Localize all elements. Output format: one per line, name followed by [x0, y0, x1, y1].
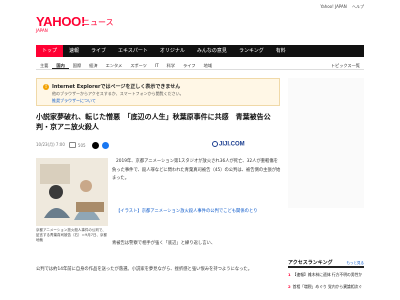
article-body: 2019年、京都アニメーション第1スタジオが放火され36人が死亡、32人が重軽傷… — [112, 158, 282, 188]
header-links: Yahoo! JAPAN ヘルプ — [316, 4, 364, 10]
cat-local[interactable]: 地域 — [200, 61, 216, 69]
cat-main[interactable]: 主要 — [36, 61, 52, 69]
ranking-item[interactable]: 2 首相「増税」めぐり 党内から異論相次ぐ — [288, 284, 364, 289]
browser-notice: ! Internet Explorerではページを正しく表示できません 他のブラ… — [36, 78, 280, 106]
nav-expert[interactable]: エキスパート — [112, 45, 154, 57]
paragraph: 2019年、京都アニメーション第1スタジオが放火され36人が死亡、32人が重軽傷… — [112, 159, 281, 181]
provider-name: JIJI.COM — [219, 141, 245, 148]
jiji-mark-icon — [212, 141, 218, 147]
topics-list-link[interactable]: トピックス一覧 — [327, 61, 364, 69]
yahoo-logo[interactable]: YAHOO! — [36, 14, 85, 29]
rank-headline: 【速報】雑木林に遺体 行方不明の男性か — [292, 272, 363, 277]
comment-count[interactable]: 505 — [78, 143, 86, 148]
rank-headline: 首相「増税」めぐり 党内から異論相次ぐ — [292, 284, 363, 289]
nav-live[interactable]: ライブ — [85, 45, 112, 57]
header-link-help[interactable]: ヘルプ — [352, 4, 364, 9]
cat-sports[interactable]: スポーツ — [126, 61, 151, 69]
notice-title: Internet Explorerではページを正しく表示できません — [52, 84, 181, 90]
header-link-yahoo[interactable]: Yahoo! JAPAN — [320, 4, 346, 9]
cat-economy[interactable]: 経済 — [85, 61, 101, 69]
cat-science[interactable]: 科学 — [163, 61, 179, 69]
paragraph: 公判では約14年前に自身の作品を送ったが落選。小説家を夢見ながら、挫折感と強い恨… — [36, 267, 253, 272]
facebook-share-icon[interactable] — [101, 141, 109, 149]
x-share-icon[interactable] — [91, 141, 99, 149]
site-header: YAHOO! JAPAN ニュース Yahoo! JAPAN ヘルプ — [0, 0, 400, 44]
recommended-browser-link[interactable]: 推奨ブラウザーについて — [52, 98, 96, 104]
category-nav: 主要 国内 国際 経済 エンタメ スポーツ IT 科学 ライフ 地域 トピックス… — [36, 61, 364, 70]
nav-opinion[interactable]: みんなの意見 — [191, 45, 233, 57]
warning-icon: ! — [43, 84, 49, 90]
related-illustration-link[interactable]: 【イラスト】京都アニメーション放火殺人事件の公判でこども関係のとり — [116, 208, 280, 217]
rank-number: 1 — [288, 272, 291, 277]
cat-life[interactable]: ライフ — [179, 61, 200, 69]
ranking-more-link[interactable]: もっと見る — [347, 261, 365, 266]
ad-slot — [288, 78, 364, 208]
logo-sub: JAPAN — [36, 28, 48, 33]
nav-ranking[interactable]: ランキング — [233, 45, 270, 57]
nav-top[interactable]: トップ — [36, 45, 64, 57]
cat-world[interactable]: 国際 — [69, 61, 85, 69]
nav-paid[interactable]: 有料 — [270, 45, 292, 57]
paragraph: 青被告は警察で相手が強く「底辺」と繰り返し言い、 — [112, 241, 216, 246]
cat-it[interactable]: IT — [151, 61, 163, 69]
court-illustration[interactable] — [36, 158, 108, 226]
sidebar — [288, 78, 364, 208]
nav-original[interactable]: オリジナル — [154, 45, 191, 57]
article-title: 小説家夢破れ、転じた憎悪 「底辺の人生」秋葉原事件に共感 青葉被告公判・京アニ放… — [36, 113, 271, 131]
cat-domestic[interactable]: 国内 — [52, 61, 69, 69]
provider-logo[interactable]: JIJI.COM — [212, 141, 245, 148]
rank-number: 2 — [288, 284, 291, 289]
main-nav: トップ 速報 ライブ エキスパート オリジナル みんなの意見 ランキング 有料 — [36, 45, 364, 57]
comment-icon[interactable] — [68, 142, 76, 148]
logo-news[interactable]: ニュース — [82, 17, 114, 28]
nav-breaking[interactable]: 速報 — [63, 45, 85, 57]
image-caption: 京都アニメーション放火殺人事件の公判で、証言する青葉真司被告（右）＝9月7日、京… — [36, 228, 107, 242]
publish-time: 10/23(月) 7:00 — [36, 142, 65, 147]
notice-body: 他のブラウザーからアクセスするか、スマートフォンから閲覧ください。 — [52, 91, 184, 96]
ranking-item[interactable]: 1 【速報】雑木林に遺体 行方不明の男性か — [288, 272, 364, 277]
cat-entertainment[interactable]: エンタメ — [102, 61, 127, 69]
ranking-title: アクセスランキング — [288, 260, 333, 266]
court-sketch-image — [36, 158, 108, 226]
ranking-header: アクセスランキング もっと見る — [288, 258, 364, 268]
article-meta: 10/23(月) 7:00 505 — [36, 139, 112, 151]
